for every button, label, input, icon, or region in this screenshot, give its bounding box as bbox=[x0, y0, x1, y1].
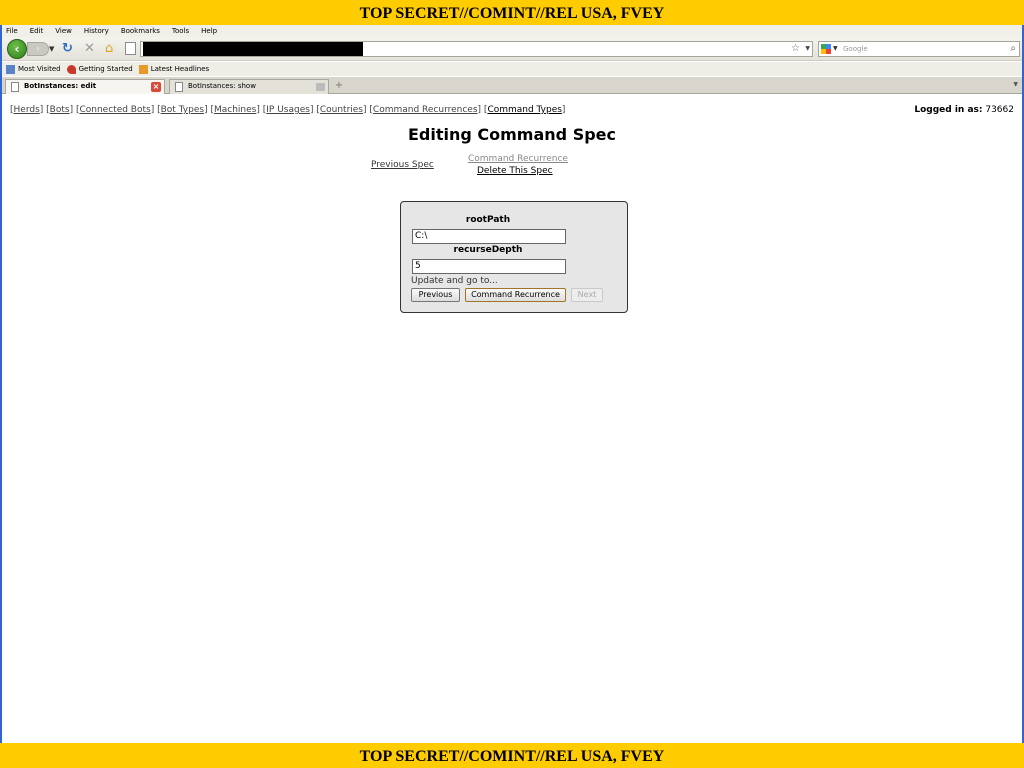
previous-spec-link[interactable]: Previous Spec bbox=[371, 160, 434, 170]
menu-bookmarks[interactable]: Bookmarks bbox=[121, 27, 160, 35]
delete-spec-link[interactable]: Delete This Spec bbox=[477, 166, 553, 176]
menu-tools[interactable]: Tools bbox=[172, 27, 189, 35]
page-content: [Herds] [Bots] [Connected Bots] [Bot Typ… bbox=[2, 95, 1022, 743]
command-recurrence-link[interactable]: Command Recurrence bbox=[468, 154, 568, 164]
recurse-depth-input[interactable]: 5 bbox=[412, 259, 566, 274]
login-user: 73662 bbox=[985, 105, 1014, 115]
nav-bot-types[interactable]: Bot Types bbox=[161, 105, 204, 115]
search-bar[interactable]: ▼ Google ⌕ bbox=[818, 41, 1020, 57]
search-icon[interactable]: ⌕ bbox=[1010, 43, 1016, 54]
address-bar[interactable]: ☆ ▼ bbox=[140, 41, 813, 57]
page-icon bbox=[11, 82, 19, 92]
forward-button[interactable]: › bbox=[27, 42, 49, 56]
bookmark-latest-headlines[interactable]: Latest Headlines bbox=[138, 64, 209, 74]
bookmark-most-visited[interactable]: Most Visited bbox=[6, 64, 61, 74]
menu-help[interactable]: Help bbox=[201, 27, 217, 35]
search-input[interactable]: Google bbox=[843, 45, 868, 53]
back-button[interactable]: ‹ bbox=[7, 39, 27, 59]
nav-machines[interactable]: Machines bbox=[214, 105, 256, 115]
rss-folder-icon bbox=[138, 64, 148, 74]
browser-window: File Edit View History Bookmarks Tools H… bbox=[0, 25, 1024, 743]
nav-countries[interactable]: Countries bbox=[320, 105, 363, 115]
nav-ip-usages[interactable]: IP Usages bbox=[266, 105, 310, 115]
close-tab-icon[interactable]: × bbox=[151, 82, 161, 92]
command-recurrence-button[interactable]: Command Recurrence bbox=[465, 288, 566, 302]
nav-command-recurrences[interactable]: Command Recurrences bbox=[373, 105, 478, 115]
previous-button[interactable]: Previous bbox=[411, 288, 460, 302]
next-button[interactable]: Next bbox=[571, 288, 603, 302]
close-tab-icon[interactable] bbox=[316, 83, 325, 91]
bookmark-getting-started[interactable]: Getting Started bbox=[66, 64, 133, 74]
page-icon bbox=[175, 82, 183, 92]
classification-banner-bottom: TOP SECRET//COMINT//REL USA, FVEY bbox=[0, 743, 1024, 768]
menu-history[interactable]: History bbox=[84, 27, 109, 35]
google-icon[interactable] bbox=[821, 44, 831, 54]
new-tab-button[interactable]: + bbox=[332, 79, 346, 93]
menu-file[interactable]: File bbox=[6, 27, 18, 35]
list-all-tabs-icon[interactable]: ▼ bbox=[1013, 81, 1018, 88]
most-visited-icon bbox=[6, 64, 15, 74]
tab-botinstances-edit[interactable]: BotInstances: edit × bbox=[5, 79, 165, 94]
tab-botinstances-show[interactable]: BotInstances: show bbox=[169, 79, 329, 94]
site-identity-icon[interactable] bbox=[125, 42, 136, 55]
bookmark-star-icon[interactable]: ☆ bbox=[791, 43, 800, 54]
nav-connected-bots[interactable]: Connected Bots bbox=[79, 105, 150, 115]
edit-form: rootPath C:\ recurseDepth 5 Update and g… bbox=[400, 201, 628, 313]
top-navigation: [Herds] [Bots] [Connected Bots] [Bot Typ… bbox=[10, 105, 566, 115]
nav-bots[interactable]: Bots bbox=[50, 105, 70, 115]
tab-strip: BotInstances: edit × BotInstances: show … bbox=[2, 77, 1022, 94]
menu-bar: File Edit View History Bookmarks Tools H… bbox=[2, 25, 1022, 37]
root-path-input[interactable]: C:\ bbox=[412, 229, 566, 244]
redacted-url bbox=[143, 42, 363, 56]
reload-icon[interactable]: ↻ bbox=[62, 42, 73, 55]
recurse-depth-label: recurseDepth bbox=[453, 245, 523, 255]
menu-edit[interactable]: Edit bbox=[30, 27, 44, 35]
classification-banner-top: TOP SECRET//COMINT//REL USA, FVEY bbox=[0, 0, 1024, 25]
getting-started-icon bbox=[66, 64, 76, 74]
nav-herds[interactable]: Herds bbox=[14, 105, 40, 115]
history-dropdown-icon[interactable]: ▼ bbox=[49, 45, 54, 53]
login-status: Logged in as: 73662 bbox=[914, 105, 1014, 115]
search-engine-dropdown-icon[interactable]: ▼ bbox=[833, 45, 838, 52]
root-path-label: rootPath bbox=[465, 215, 511, 225]
url-dropdown-icon[interactable]: ▼ bbox=[805, 45, 810, 52]
menu-view[interactable]: View bbox=[55, 27, 72, 35]
update-instruction: Update and go to... bbox=[411, 276, 498, 286]
stop-icon[interactable]: ✕ bbox=[84, 42, 95, 55]
bookmarks-toolbar: Most Visited Getting Started Latest Head… bbox=[2, 62, 1022, 76]
page-title: Editing Command Spec bbox=[407, 125, 616, 144]
nav-command-types[interactable]: Command Types bbox=[487, 105, 561, 115]
home-icon[interactable]: ⌂ bbox=[105, 42, 113, 55]
navigation-toolbar: ‹ › ▼ ↻ ✕ ⌂ ☆ ▼ ▼ Google ⌕ bbox=[2, 37, 1022, 61]
